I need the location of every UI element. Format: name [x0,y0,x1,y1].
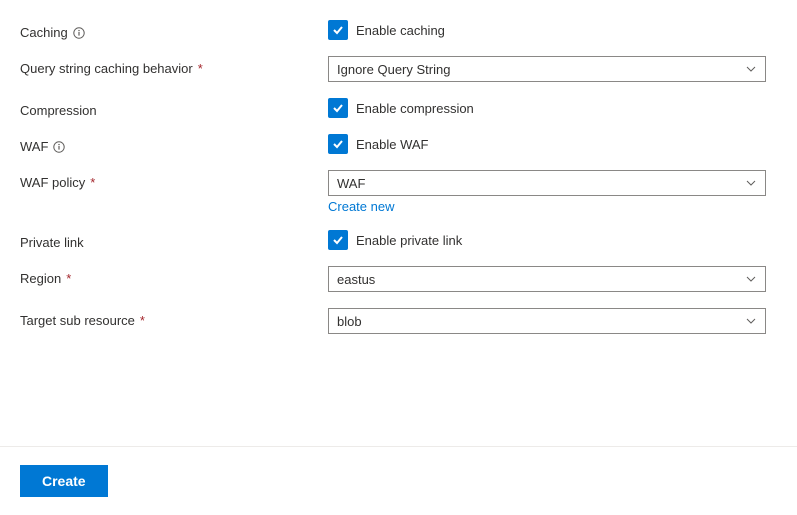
waf-label: WAF [20,139,48,154]
target-sub-resource-dropdown[interactable]: blob [328,308,766,334]
chevron-down-icon [745,63,757,75]
region-label: Region [20,271,61,286]
enable-private-link-checkbox[interactable] [328,230,348,250]
query-string-label: Query string caching behavior [20,61,193,76]
enable-caching-checkbox[interactable] [328,20,348,40]
query-string-dropdown[interactable]: Ignore Query String [328,56,766,82]
compression-label: Compression [20,103,97,118]
region-dropdown[interactable]: eastus [328,266,766,292]
footer-bar: Create [0,446,797,515]
waf-policy-value: WAF [337,176,365,191]
enable-private-link-label: Enable private link [356,233,462,248]
chevron-down-icon [745,177,757,189]
enable-compression-checkbox[interactable] [328,98,348,118]
private-link-label: Private link [20,235,84,250]
query-string-value: Ignore Query String [337,62,450,77]
chevron-down-icon [745,315,757,327]
info-icon[interactable] [53,141,65,153]
waf-policy-dropdown[interactable]: WAF [328,170,766,196]
create-button[interactable]: Create [20,465,108,497]
target-sub-resource-value: blob [337,314,362,329]
info-icon[interactable] [73,27,85,39]
waf-policy-label: WAF policy [20,175,85,190]
enable-waf-checkbox[interactable] [328,134,348,154]
create-new-link[interactable]: Create new [328,199,394,214]
required-indicator: * [198,61,203,76]
required-indicator: * [66,271,71,286]
target-sub-resource-label: Target sub resource [20,313,135,328]
caching-label: Caching [20,25,68,40]
enable-compression-label: Enable compression [356,101,474,116]
required-indicator: * [90,175,95,190]
chevron-down-icon [745,273,757,285]
required-indicator: * [140,313,145,328]
enable-waf-label: Enable WAF [356,137,429,152]
enable-caching-label: Enable caching [356,23,445,38]
region-value: eastus [337,272,375,287]
